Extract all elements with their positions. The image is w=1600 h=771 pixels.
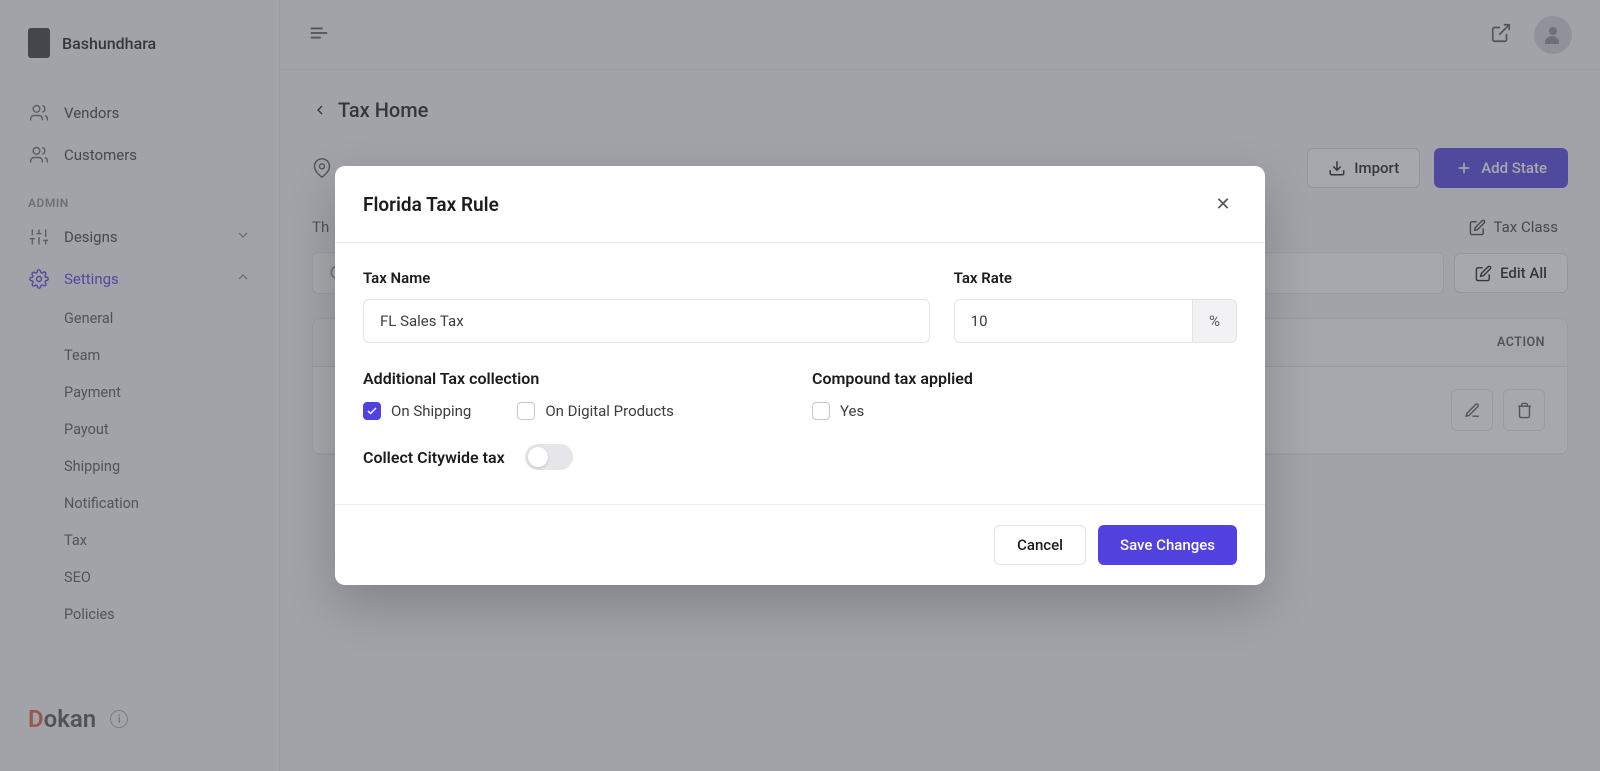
citywide-toggle[interactable] (525, 444, 573, 470)
modal-header: Florida Tax Rule ✕ (335, 166, 1265, 243)
modal-title: Florida Tax Rule (363, 193, 499, 216)
close-icon[interactable]: ✕ (1209, 190, 1237, 218)
on-digital-label: On Digital Products (545, 402, 674, 420)
compound-yes-label: Yes (840, 402, 864, 420)
compound-tax-label: Compound tax applied (812, 369, 1237, 388)
collect-citywide-label: Collect Citywide tax (363, 448, 505, 467)
toggle-thumb (528, 447, 548, 467)
cancel-button[interactable]: Cancel (994, 525, 1086, 565)
on-shipping-label: On Shipping (391, 402, 471, 420)
rate-suffix: % (1192, 300, 1236, 342)
tax-rate-label: Tax Rate (954, 269, 1237, 287)
tax-name-label: Tax Name (363, 269, 930, 287)
checkbox-icon (363, 402, 381, 420)
tax-rule-modal: Florida Tax Rule ✕ Tax Name Tax Rate % (335, 166, 1265, 585)
save-button[interactable]: Save Changes (1098, 525, 1237, 565)
checkbox-icon (517, 402, 535, 420)
modal-overlay: Florida Tax Rule ✕ Tax Name Tax Rate % (0, 0, 1600, 771)
compound-yes-checkbox[interactable]: Yes (812, 402, 1237, 420)
on-shipping-checkbox[interactable]: On Shipping (363, 402, 471, 420)
on-digital-checkbox[interactable]: On Digital Products (517, 402, 674, 420)
checkbox-icon (812, 402, 830, 420)
tax-name-input[interactable] (363, 299, 930, 343)
additional-tax-label: Additional Tax collection (363, 369, 788, 388)
tax-rate-input[interactable] (955, 300, 1192, 342)
